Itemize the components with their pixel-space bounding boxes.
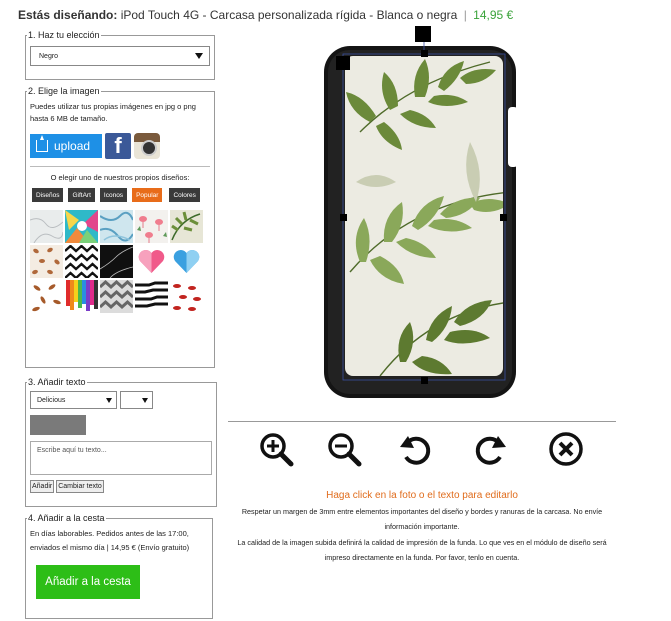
step-cart-legend: 4. Añadir a la cesta	[28, 513, 105, 523]
tab-giftart[interactable]: GiftArt	[68, 188, 95, 202]
design-thumb-zebra-stripes[interactable]	[135, 280, 168, 313]
upload-label: upload	[54, 139, 91, 153]
font-select-value: Delicious	[37, 396, 66, 404]
text-color-picker[interactable]	[30, 415, 86, 435]
color-select-value: Negro	[39, 52, 59, 60]
palm-print-image[interactable]	[345, 56, 510, 376]
step-choice-panel: 1. Haz tu elección Negro	[25, 30, 215, 80]
tab-popular[interactable]: Popular	[132, 188, 163, 202]
rotate-left-icon[interactable]	[398, 431, 434, 467]
design-thumb-chevron-bw[interactable]	[65, 245, 98, 278]
zoom-in-icon[interactable]	[258, 431, 294, 467]
step-text-panel: 3. Añadir texto Delicious Escribe aquí t…	[25, 377, 217, 507]
step-choice-legend: 1. Haz tu elección	[28, 30, 100, 40]
font-select[interactable]: Delicious	[30, 391, 117, 409]
zoom-out-icon[interactable]	[326, 431, 362, 467]
chevron-down-icon	[195, 53, 203, 59]
step-text-legend: 3. Añadir texto	[28, 377, 86, 387]
text-buttons: Añadir Cambiar texto	[30, 480, 212, 493]
text-options: Delicious	[30, 391, 212, 409]
resize-handle[interactable]	[500, 214, 507, 221]
tab-disenos[interactable]: Diseños	[32, 188, 64, 202]
resize-handle[interactable]	[340, 214, 347, 221]
design-thumb-feathers[interactable]	[30, 280, 63, 313]
product-price: 14,95 €	[473, 8, 514, 22]
design-thumb-tropical-abstract[interactable]	[65, 210, 98, 243]
design-thumb-colored-drips[interactable]	[65, 280, 98, 313]
upload-button[interactable]: upload	[30, 134, 102, 158]
facebook-letter: f	[114, 133, 122, 158]
size-select[interactable]	[120, 391, 153, 409]
divider	[30, 166, 210, 167]
add-text-button[interactable]: Añadir	[30, 480, 55, 493]
design-thumbnails	[30, 210, 210, 313]
change-text-button[interactable]: Cambiar texto	[56, 480, 104, 493]
tab-colores[interactable]: Colores	[169, 188, 200, 202]
step-image-panel: 2. Elige la imagen Puedes utilizar tus p…	[25, 86, 215, 368]
shipping-line-2: enviados el mismo día | 14,95 € (Envío g…	[30, 543, 190, 552]
shipping-line-1: En días laborables. Pedidos antes de las…	[30, 529, 189, 538]
design-thumb-red-lips[interactable]	[170, 280, 203, 313]
design-thumb-blue-heart[interactable]	[170, 245, 203, 278]
tab-iconos[interactable]: Iconos	[99, 188, 128, 202]
resize-handle[interactable]	[421, 50, 428, 57]
instagram-icon[interactable]	[134, 133, 160, 159]
chevron-down-icon	[106, 397, 112, 403]
design-thumb-black-marble[interactable]	[100, 245, 133, 278]
resize-handle[interactable]	[336, 56, 350, 70]
rotate-right-icon[interactable]	[472, 431, 508, 467]
step-image-legend: 2. Elige la imagen	[28, 86, 100, 96]
design-thumb-blue-marble[interactable]	[100, 210, 133, 243]
header-separator: |	[463, 8, 467, 22]
text-input[interactable]: Escribe aquí tu texto...	[30, 441, 212, 475]
image-sources: upload f	[30, 133, 210, 159]
edit-hint: Haga click en la foto o el texto para ed…	[326, 490, 518, 501]
facebook-icon[interactable]: f	[105, 133, 131, 159]
color-select[interactable]: Negro	[30, 46, 210, 66]
design-thumb-brown-pattern[interactable]	[30, 245, 63, 278]
shipping-info: En días laborables. Pedidos antes de las…	[30, 527, 208, 555]
design-thumb-pink-heart[interactable]	[135, 245, 168, 278]
image-description: Puedes utilizar tus propias imágenes en …	[30, 102, 196, 123]
editor-toolbar	[228, 421, 616, 481]
delete-icon[interactable]	[548, 431, 584, 467]
design-thumb-flamingos[interactable]	[135, 210, 168, 243]
product-header: Estás diseñando: iPod Touch 4G - Carcasa…	[18, 8, 513, 22]
rotate-handle[interactable]	[415, 26, 431, 42]
upload-icon	[36, 135, 48, 152]
design-canvas[interactable]	[320, 22, 520, 402]
product-name: iPod Touch 4G - Carcasa personalizada rí…	[120, 8, 458, 22]
add-to-cart-button[interactable]: Añadir a la cesta	[36, 565, 140, 599]
resize-handle[interactable]	[421, 377, 428, 384]
design-thumb-palm-leaves[interactable]	[170, 210, 203, 243]
design-tabs: Diseños GiftArt Iconos Popular Colores	[30, 188, 210, 202]
own-designs-text: O elegir uno de nuestros propios diseños…	[50, 173, 190, 182]
design-thumb-marble-white[interactable]	[30, 210, 63, 243]
header-label: Estás diseñando:	[18, 8, 118, 22]
margin-note: Respetar un margen de 3mm entre elemento…	[241, 507, 603, 531]
design-thumb-chevron-grey[interactable]	[100, 280, 133, 313]
quality-note: La calidad de la imagen subida definirá …	[237, 538, 607, 562]
phone-case-preview[interactable]	[320, 22, 520, 402]
chevron-down-icon	[142, 397, 148, 403]
step-cart-panel: 4. Añadir a la cesta En días laborables.…	[25, 513, 213, 619]
